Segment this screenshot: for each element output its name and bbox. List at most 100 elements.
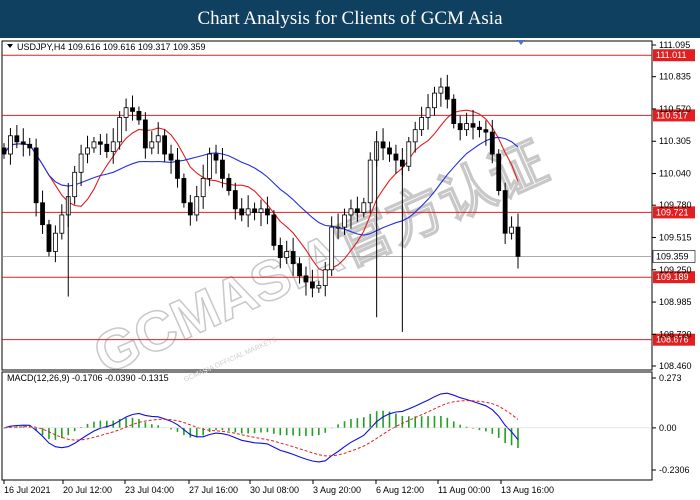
- candle-body: [271, 214, 277, 246]
- candle-body: [502, 190, 508, 234]
- candle-body: [104, 143, 110, 152]
- candle-body: [290, 251, 296, 265]
- macd-y-tick-label: -0.2306: [659, 465, 690, 475]
- candle-body: [252, 208, 257, 213]
- x-tick-label: 6 Aug 12:00: [376, 485, 424, 495]
- x-tick-label: 27 Jul 16:00: [189, 485, 238, 495]
- candle-body: [412, 129, 418, 143]
- candle-body: [438, 86, 444, 94]
- candle-body: [258, 208, 264, 213]
- candle-body: [155, 135, 161, 143]
- candle-body: [354, 208, 360, 213]
- candle-body: [393, 153, 399, 161]
- level-label: 111.011: [656, 50, 687, 60]
- candle-body: [509, 226, 514, 234]
- candle-body: [187, 202, 193, 216]
- candle-body: [91, 141, 97, 149]
- y-tick-label: 111.095: [659, 40, 690, 50]
- candle-body: [451, 98, 457, 124]
- candle-body: [406, 141, 412, 167]
- candle-body: [489, 131, 495, 155]
- candle-body: [194, 196, 200, 216]
- candle-body: [348, 208, 354, 216]
- candle-body: [387, 147, 392, 155]
- candle-body: [232, 190, 238, 210]
- chart-title: Chart Analysis for Clients of GCM Asia: [0, 0, 700, 38]
- candle-body: [239, 208, 245, 216]
- macd-panel: [1, 371, 653, 481]
- candle-body: [329, 226, 335, 271]
- candle-body: [97, 141, 103, 145]
- candle-body: [483, 129, 489, 133]
- candle-body: [162, 135, 168, 155]
- x-tick-label: 30 Jul 08:00: [250, 485, 299, 495]
- y-tick-label: 110.835: [659, 72, 691, 82]
- chart-header: USDJPY,H4 109.616 109.616 109.317 109.35…: [17, 42, 206, 52]
- candle-body: [149, 141, 155, 149]
- chart-root: Chart Analysis for Clients of GCM Asia G…: [0, 0, 700, 500]
- price-axis: 111.095 110.835 110.570 110.305 110.040 109.7…: [652, 40, 692, 371]
- y-tick-label: 109.780: [659, 200, 692, 210]
- x-tick-label: 13 Aug 16:00: [501, 485, 554, 495]
- candle-body: [457, 123, 463, 131]
- candle-body: [342, 214, 347, 228]
- y-tick-label: 108.720: [659, 329, 692, 339]
- candle-body: [284, 251, 290, 258]
- candle-body: [8, 135, 13, 155]
- y-tick-label: 110.305: [659, 136, 691, 146]
- candle-body: [130, 107, 135, 112]
- candle-body: [142, 119, 148, 149]
- x-tick-label: 23 Jul 04:00: [125, 485, 174, 495]
- candle-body: [213, 153, 219, 161]
- candle-body: [477, 126, 482, 131]
- candle-body: [419, 117, 425, 131]
- macd-label: MACD(12,26,9) -0.1706 -0.0390 -0.1315: [7, 373, 169, 383]
- x-tick-label: 20 Jul 12:00: [63, 485, 112, 495]
- macd-y-tick-label: 0.00: [659, 423, 677, 433]
- candle-body: [245, 208, 251, 216]
- candle-body: [425, 107, 431, 118]
- candle-body: [123, 107, 129, 118]
- candle-body: [200, 177, 206, 198]
- candle-body: [168, 153, 174, 161]
- candle-body: [175, 159, 180, 179]
- candle-body: [380, 141, 386, 149]
- candle-body: [33, 147, 39, 204]
- candle-body: [277, 244, 283, 258]
- y-tick-label: 109.515: [659, 232, 692, 242]
- candle-body: [14, 135, 20, 143]
- candle-body: [309, 281, 315, 289]
- candle-body: [399, 159, 405, 167]
- candle-body: [496, 153, 502, 191]
- candle-body: [297, 263, 302, 277]
- candle-body: [181, 177, 187, 204]
- candle-body: [27, 143, 33, 149]
- y-tick-label: 108.460: [659, 361, 692, 371]
- candle-body: [470, 123, 476, 128]
- candle-body: [515, 226, 521, 257]
- candle-body: [207, 153, 213, 179]
- x-tick-label: 16 Jul 2021: [4, 485, 51, 495]
- y-tick-label: 110.570: [659, 104, 691, 114]
- candle-body: [322, 269, 328, 286]
- time-axis: 16 Jul 2021 20 Jul 12:00 23 Jul 04:00 27 Ju…: [3, 480, 554, 495]
- candle-body: [85, 147, 90, 155]
- candle-body: [136, 110, 142, 121]
- candle-body: [59, 214, 65, 234]
- candle-body: [367, 159, 373, 204]
- candle-body: [444, 86, 450, 100]
- candle-body: [78, 153, 84, 173]
- candle-body: [53, 232, 58, 252]
- y-tick-label: 110.040: [659, 169, 691, 179]
- candle-body: [226, 177, 232, 191]
- candle-body: [20, 141, 26, 145]
- x-tick-label: 3 Aug 20:00: [313, 485, 361, 495]
- candle-body: [335, 226, 341, 229]
- candle-body: [464, 123, 470, 131]
- macd-y-tick-label: 0.273: [659, 373, 682, 383]
- candle-body: [40, 202, 45, 226]
- chart-area: GCMASIA官方认证 GCMASIA OFFICIAL MARKETS 111…: [1, 40, 696, 495]
- y-tick-label: 108.985: [659, 297, 692, 307]
- candle-body: [220, 159, 225, 179]
- candle-body: [265, 208, 270, 216]
